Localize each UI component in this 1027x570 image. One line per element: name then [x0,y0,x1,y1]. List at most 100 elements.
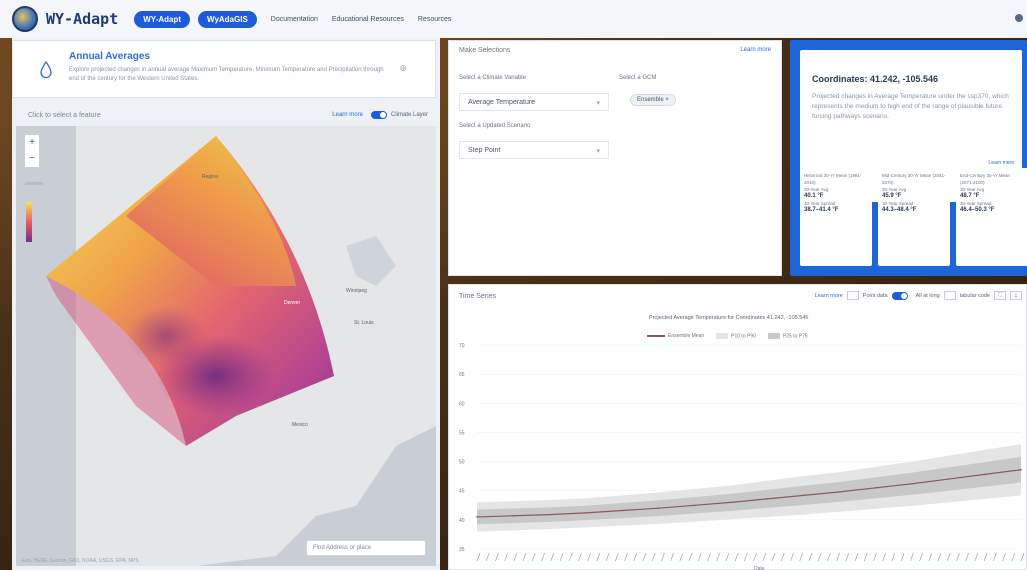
stat-card-historical: Historical 30-Yr Mean (1981-2010) 30-Yea… [800,168,872,266]
x-tick [790,552,794,562]
top-nav: WY-Adapt WY-Adapt WyAdaGIS Documentation… [0,0,1027,38]
x-tick [836,552,840,562]
zoom-controls[interactable]: + − [24,134,40,168]
climate-layer-label: Climate Layer [390,112,428,118]
data-point [875,487,877,489]
time-series-chart[interactable]: 70 65 60 55 50 45 40 35 Date [449,339,1027,570]
map-label-denver: Denver [284,300,300,306]
point-data-checkbox[interactable] [846,291,859,300]
x-tick [762,552,767,562]
climate-variable-select[interactable]: Average Temperature ▾ [459,93,609,111]
x-tick [522,552,527,562]
x-tick [531,552,536,562]
fullscreen-icon[interactable]: ⛶ [994,291,1006,300]
x-tick [956,552,960,562]
nav-resources[interactable]: Resources [418,16,451,23]
selections-title: Make Selections [459,47,511,54]
x-tick [808,552,813,562]
droplet-icon [40,61,52,79]
x-tick [642,552,647,562]
x-tick [873,552,877,562]
data-point [838,491,841,493]
data-point [476,516,478,518]
coordinates-panel: Coordinates: 41.242, -105.546 Projected … [790,40,1027,276]
x-tick [799,552,804,562]
chevron-down-icon: ▾ [596,148,600,155]
x-tick [891,552,896,562]
x-tick [1020,552,1025,562]
x-tick [993,552,997,562]
data-point [1020,468,1022,471]
x-tick [1002,552,1006,562]
x-tick [559,552,564,562]
annual-averages-card[interactable]: Annual Averages Explore projected change… [12,40,436,98]
user-avatar[interactable] [1015,14,1023,22]
gcm-chip-ensemble[interactable]: Ensemble × [630,94,676,106]
gcm-chip-label: Ensemble [637,97,664,103]
x-tick [734,552,739,562]
all-at-long-toggle[interactable] [891,291,908,300]
x-tick [771,552,776,562]
x-tick [651,552,656,562]
x-tick [513,552,518,562]
climate-layer-toggle[interactable] [370,111,387,119]
close-icon[interactable]: × [665,97,669,103]
time-series-learn-more-link[interactable]: Learn more [815,293,843,299]
scenario-select[interactable]: Step Point ▾ [459,141,609,159]
y-tick-label: 45 [459,489,465,495]
data-point [983,473,986,476]
x-tick [965,552,970,562]
y-tick-label: 50 [459,460,465,466]
stat-heading: Mid-Century 30-Yr Mean (2041-2070) [882,173,946,185]
nav-pill-wyadagis[interactable]: WyAdaGIS [198,10,257,28]
map-instruction: Click to select a feature [28,111,101,119]
y-tick-label: 40 [459,518,465,524]
y-tick-label: 60 [459,401,465,407]
nav-educational-resources[interactable]: Educational Resources [332,16,404,23]
brand-title[interactable]: WY-Adapt [46,10,118,28]
x-tick [937,552,942,562]
tabular-code-checkbox[interactable] [943,291,956,300]
all-at-long-label: All at long [915,292,940,299]
stat-label: 30-Year Avg [882,187,907,192]
annual-averages-description: Explore projected changes in annual aver… [69,67,384,82]
coordinates-learn-more-link[interactable]: Learn more [988,160,1014,166]
x-tick [707,552,711,562]
point-data-label: Point data [862,292,888,299]
scenario-label: Select a Updated Scenario [459,123,531,129]
stat-value: 44.3–48.4 °F [882,207,917,213]
map-legend [25,182,43,242]
stat-value: 45.9 °F [882,193,902,199]
stat-heading: Historical 30-Yr Mean (1981-2010) [804,173,862,185]
x-tick [504,552,508,562]
download-icon[interactable]: ⤓ [1010,291,1022,300]
x-tick [661,552,665,562]
x-tick [550,552,555,562]
data-point [512,514,515,517]
map-canvas[interactable]: Regina Winnipeg Denver St. Louis Mexico [16,126,436,566]
x-tick [817,552,822,562]
nav-documentation[interactable]: Documentation [271,16,318,23]
x-tick [697,552,702,562]
selections-learn-more-link[interactable]: Learn more [740,47,771,53]
expand-icon[interactable]: ⊕ [399,63,407,74]
stat-card-end-century: End-Century 30-Yr Mean (2071-2100) 30-Ye… [956,168,1027,266]
selections-card: Make Selections Learn more Select a Clim… [448,40,782,276]
map-learn-more-link[interactable]: Learn more [332,112,363,118]
coordinates-description: Projected changes in Average Temperature… [812,93,1009,120]
scenario-value: Step Point [468,147,501,154]
stat-heading: End-Century 30-Yr Mean (2071-2100) [960,173,1011,185]
x-tick [974,552,979,562]
nav-pill-wy-adapt[interactable]: WY-Adapt [134,10,191,28]
x-tick [882,552,887,562]
tabular-code-label: tabular code [959,292,990,299]
data-point [657,507,660,509]
climate-map[interactable]: Regina Winnipeg Denver St. Louis Mexico … [16,126,436,566]
time-series-controls: Learn more Point data All at long tabula… [815,291,1022,300]
x-tick [744,552,748,562]
x-tick [845,552,850,562]
x-tick [568,552,573,562]
x-tick [900,552,905,562]
address-search-input[interactable]: Find Address or place [306,540,426,556]
chart-title: Projected Average Temperature for Coordi… [649,315,809,321]
